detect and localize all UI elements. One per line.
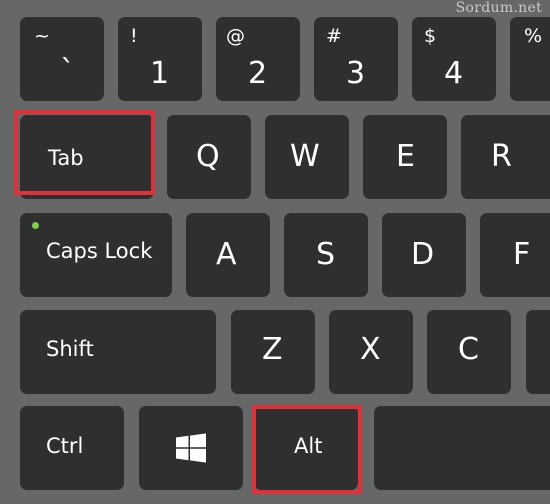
- tab-key-highlight: [14, 110, 155, 195]
- key-1[interactable]: ! 1: [118, 17, 202, 101]
- key-c[interactable]: C: [427, 310, 511, 394]
- key-f-label: F: [513, 237, 531, 272]
- key-r[interactable]: R: [461, 115, 550, 199]
- key-tilde-main-label: `: [60, 54, 75, 89]
- key-f[interactable]: F: [480, 213, 550, 297]
- key-ctrl[interactable]: Ctrl: [20, 406, 124, 490]
- key-1-main-label: 1: [150, 56, 170, 91]
- key-ctrl-label: Ctrl: [46, 434, 84, 458]
- key-caps-lock[interactable]: Caps Lock: [20, 213, 172, 297]
- key-shift-label: Shift: [46, 337, 94, 361]
- key-z-label: Z: [262, 332, 283, 367]
- key-r-label: R: [491, 139, 512, 174]
- key-1-shift-label: !: [130, 25, 138, 47]
- key-e[interactable]: E: [363, 115, 447, 199]
- key-5[interactable]: %: [510, 17, 550, 101]
- key-windows[interactable]: [139, 406, 243, 490]
- key-2[interactable]: @ 2: [216, 17, 300, 101]
- key-x-label: X: [360, 332, 381, 367]
- key-d[interactable]: D: [382, 213, 466, 297]
- key-a-label: A: [216, 237, 237, 272]
- alt-key-highlight: [252, 405, 362, 494]
- key-v-partial[interactable]: [526, 310, 550, 394]
- key-e-label: E: [396, 139, 415, 174]
- key-tilde-shift-label: ~: [34, 25, 50, 47]
- key-2-main-label: 2: [248, 56, 268, 91]
- key-space[interactable]: [374, 406, 550, 490]
- key-w[interactable]: W: [265, 115, 349, 199]
- key-d-label: D: [411, 237, 435, 272]
- key-4-shift-label: $: [424, 25, 437, 47]
- key-z[interactable]: Z: [231, 310, 315, 394]
- watermark: Sordum.net: [455, 0, 542, 16]
- key-a[interactable]: A: [186, 213, 270, 297]
- key-2-shift-label: @: [226, 25, 245, 47]
- key-x[interactable]: X: [329, 310, 413, 394]
- key-3-main-label: 3: [346, 56, 366, 91]
- key-s[interactable]: S: [284, 213, 368, 297]
- key-tilde[interactable]: ~ `: [20, 17, 104, 101]
- key-s-label: S: [316, 237, 336, 272]
- key-4-main-label: 4: [444, 56, 464, 91]
- windows-logo-icon: [176, 433, 206, 463]
- key-w-label: W: [290, 139, 320, 174]
- key-q-label: Q: [196, 139, 220, 174]
- key-q[interactable]: Q: [167, 115, 251, 199]
- key-caps-lock-label: Caps Lock: [46, 239, 153, 263]
- key-shift[interactable]: Shift: [20, 310, 216, 394]
- caps-lock-indicator-light: [32, 222, 39, 229]
- key-3[interactable]: # 3: [314, 17, 398, 101]
- key-c-label: C: [458, 332, 479, 367]
- key-4[interactable]: $ 4: [412, 17, 496, 101]
- key-3-shift-label: #: [326, 25, 342, 47]
- key-5-shift-label: %: [524, 25, 543, 47]
